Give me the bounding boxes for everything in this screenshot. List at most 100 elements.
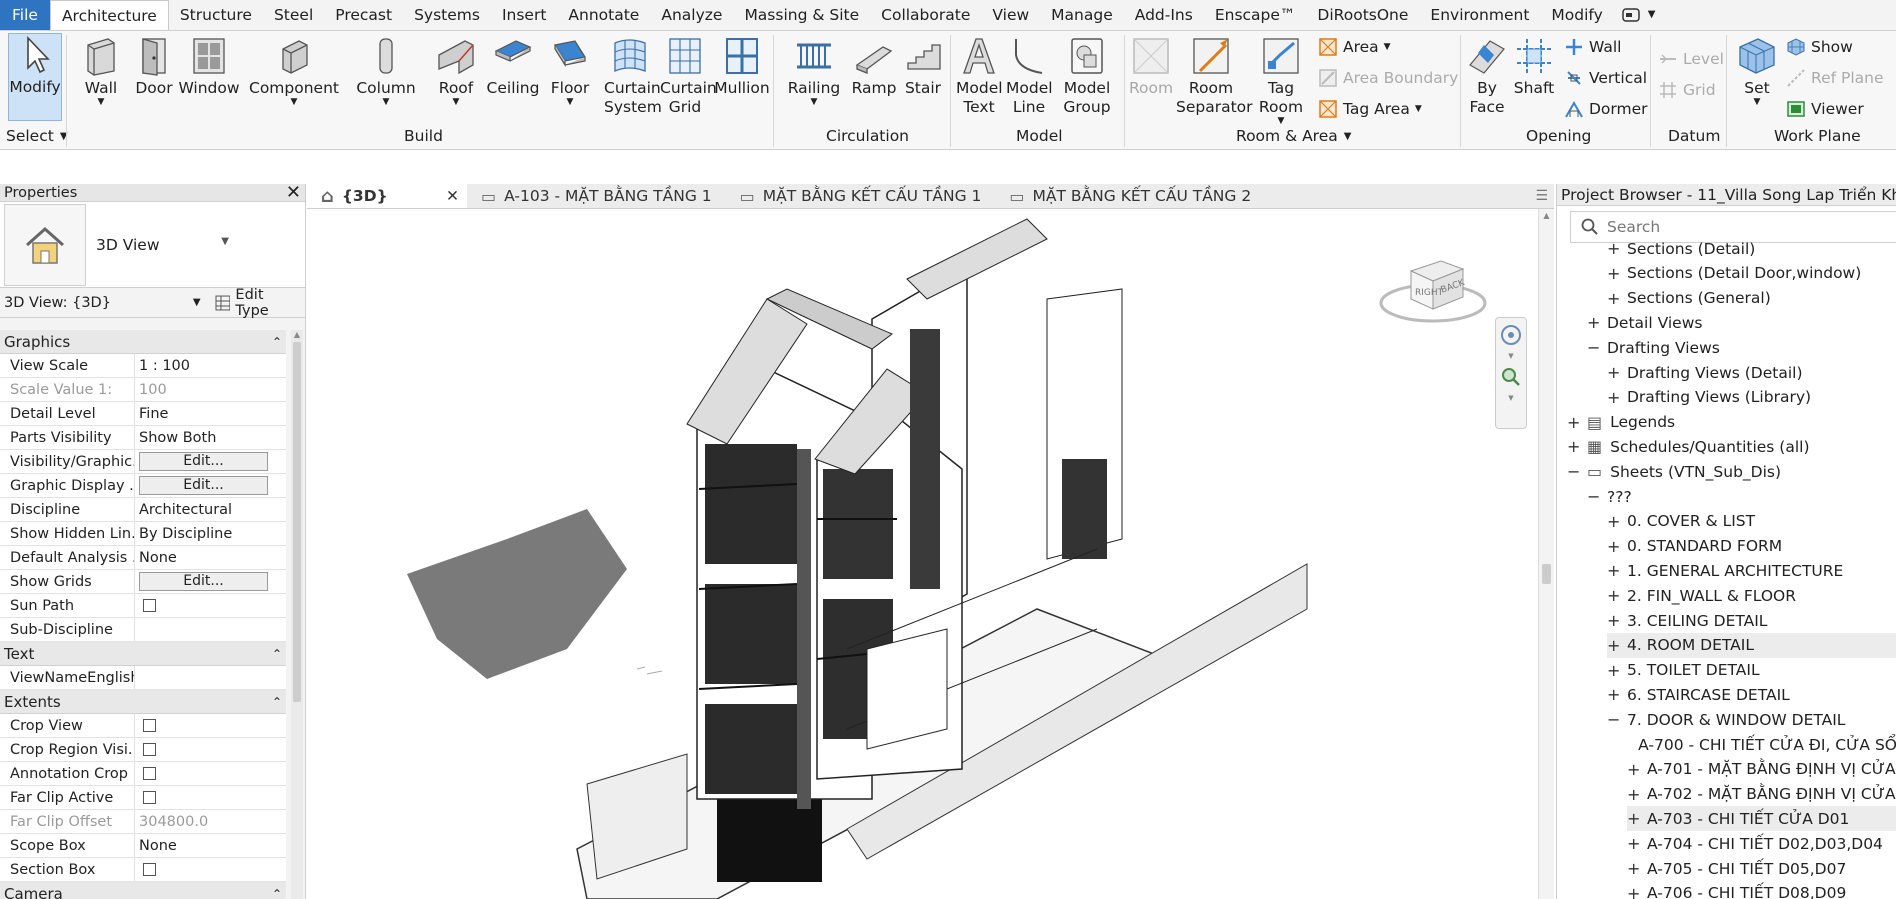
expand-icon[interactable]: + <box>1607 636 1620 655</box>
expand-icon[interactable]: + <box>1607 512 1620 531</box>
property-value[interactable]: Fine <box>135 402 286 426</box>
tree-item[interactable]: + A-701 - MẶT BẰNG ĐỊNH VỊ CỬA TẦN <box>1627 757 1896 782</box>
menu-insert[interactable]: Insert <box>491 0 557 30</box>
tree-item[interactable]: + Sections (General) <box>1607 286 1896 311</box>
tree-item[interactable]: +1. GENERAL ARCHITECTURE <box>1607 558 1896 583</box>
tree-item[interactable]: +5. TOILET DETAIL <box>1607 658 1896 683</box>
tree-item[interactable]: − ▭ Sheets (VTN_Sub_Dis) <box>1567 459 1896 484</box>
property-value[interactable] <box>135 719 286 732</box>
tree-item[interactable]: +6. STAIRCASE DETAIL <box>1607 682 1896 707</box>
collapse-icon[interactable]: − <box>1587 338 1600 357</box>
menu-massing-site[interactable]: Massing & Site <box>733 0 870 30</box>
property-checkbox[interactable] <box>143 743 156 756</box>
property-checkbox[interactable] <box>143 791 156 804</box>
expand-icon[interactable]: + <box>1627 760 1640 779</box>
expand-icon[interactable]: + <box>1627 809 1640 828</box>
model-line-button[interactable]: Model Line <box>1006 35 1053 117</box>
set-work-plane-button[interactable]: Set ▼ <box>1734 35 1780 107</box>
menu-add-ins[interactable]: Add-Ins <box>1124 0 1204 30</box>
floor-button[interactable]: Floor ▼ <box>548 35 592 107</box>
expand-icon[interactable]: + <box>1607 239 1620 258</box>
viewport-scrollbar[interactable]: ▲ <box>1538 209 1554 899</box>
tree-item[interactable]: + A-703 - CHI TIẾT CỬA D01 <box>1627 806 1896 832</box>
property-value[interactable]: Architectural <box>135 498 286 522</box>
expand-icon[interactable]: + <box>1567 437 1580 456</box>
tag-room-button[interactable]: Tag Room ▼ <box>1254 35 1308 126</box>
tab-view[interactable]: ▭ MẶT BẰNG KẾT CẤU TẦNG 1 <box>726 184 996 208</box>
property-value[interactable]: None <box>135 546 286 570</box>
dormer-button[interactable]: Dormer <box>1564 99 1648 119</box>
property-value[interactable]: Show Both <box>135 426 286 450</box>
tree-item[interactable]: −7. DOOR & WINDOW DETAIL <box>1607 707 1896 732</box>
property-checkbox[interactable] <box>143 599 156 612</box>
area-button[interactable]: Area ▼ <box>1318 37 1391 57</box>
stair-button[interactable]: Stair <box>902 35 944 98</box>
menu-manage[interactable]: Manage <box>1040 0 1124 30</box>
expand-icon[interactable]: + <box>1607 685 1620 704</box>
ramp-button[interactable]: Ramp <box>852 35 896 98</box>
menu-view[interactable]: View <box>981 0 1040 30</box>
grid-button[interactable]: Grid <box>1658 80 1716 100</box>
area-boundary-button[interactable]: Area Boundary <box>1318 68 1458 88</box>
tab-list-icon[interactable]: ☰ <box>1529 184 1554 208</box>
tree-item[interactable]: + Sections (Detail Door,window) <box>1607 261 1896 286</box>
shaft-button[interactable]: Shaft <box>1514 35 1554 98</box>
expand-icon[interactable]: + <box>1607 388 1620 407</box>
instance-selector[interactable]: 3D View: {3D} <box>4 295 193 311</box>
expand-icon[interactable]: + <box>1607 561 1620 580</box>
expand-icon[interactable]: + <box>1627 859 1640 878</box>
ribbon-display-toggle[interactable]: ▼ <box>1614 0 1664 30</box>
opening-vertical-button[interactable]: Vertical <box>1564 68 1647 88</box>
close-icon[interactable]: ✕ <box>446 187 459 205</box>
property-value[interactable]: Edit... <box>135 476 286 495</box>
tree-item[interactable]: − Drafting Views <box>1587 335 1896 360</box>
property-value[interactable]: 1 : 100 <box>135 354 286 378</box>
tree-item[interactable]: A-700 - CHI TIẾT CỬA ĐI, CỬA SỔ <box>1627 732 1896 757</box>
property-value[interactable] <box>135 767 286 780</box>
mullion-button[interactable]: Mullion <box>714 35 770 98</box>
collapse-icon[interactable]: − <box>1607 710 1620 729</box>
room-area-panel-label[interactable]: Room & Area ▼ <box>1236 127 1351 147</box>
tab-view[interactable]: ▭ A-103 - MẶT BẰNG TẦNG 1 <box>467 184 726 208</box>
expand-icon[interactable]: + <box>1607 611 1620 630</box>
type-selector[interactable]: 3D View ▼ <box>0 202 305 288</box>
property-group-header[interactable]: Graphics ⌃ <box>0 330 286 354</box>
property-value[interactable] <box>135 599 286 612</box>
zoom-icon[interactable] <box>1500 366 1522 388</box>
menu-systems[interactable]: Systems <box>403 0 491 30</box>
property-checkbox[interactable] <box>143 767 156 780</box>
level-button[interactable]: Level <box>1658 49 1724 69</box>
viewcube[interactable]: RIGHT BACK <box>1371 243 1495 329</box>
railing-button[interactable]: Railing ▼ <box>786 35 842 107</box>
edit-button[interactable]: Edit... <box>139 572 268 591</box>
chevron-down-icon[interactable]: ▼ <box>1508 394 1513 402</box>
expand-icon[interactable]: + <box>1607 537 1620 556</box>
tree-item[interactable]: + Drafting Views (Library) <box>1607 385 1896 410</box>
menu-architecture[interactable]: Architecture <box>49 0 169 30</box>
ceiling-button[interactable]: Ceiling <box>487 35 539 98</box>
property-group-header[interactable]: Camera ⌃ <box>0 882 286 899</box>
model-group-button[interactable]: Model Group <box>1062 35 1112 117</box>
menu-steel[interactable]: Steel <box>263 0 324 30</box>
collapse-icon[interactable]: − <box>1567 462 1580 481</box>
properties-scrollbar[interactable]: ▲ <box>291 330 303 899</box>
tag-area-button[interactable]: Tag Area ▼ <box>1318 99 1422 119</box>
model-text-button[interactable]: Model Text <box>956 35 1003 117</box>
property-checkbox[interactable] <box>143 863 156 876</box>
show-work-plane-button[interactable]: Show <box>1786 37 1853 57</box>
edit-type-button[interactable]: Edit Type <box>215 287 301 319</box>
viewer-button[interactable]: Viewer <box>1786 99 1864 119</box>
curtain-grid-button[interactable]: Curtain Grid <box>660 35 717 117</box>
tree-item[interactable]: + A-704 - CHI TIẾT D02,D03,D04 <box>1627 831 1896 856</box>
tree-item[interactable]: +3. CEILING DETAIL <box>1607 608 1896 633</box>
steering-wheel-icon[interactable] <box>1500 324 1522 346</box>
edit-button[interactable]: Edit... <box>139 476 268 495</box>
expand-icon[interactable]: + <box>1627 785 1640 804</box>
curtain-system-button[interactable]: Curtain System <box>604 35 662 117</box>
window-button[interactable]: Window <box>178 35 240 98</box>
roof-button[interactable]: Roof ▼ <box>434 35 478 107</box>
room-button[interactable]: Room <box>1129 35 1173 98</box>
expand-icon[interactable]: + <box>1607 289 1620 308</box>
menu-dirootsone[interactable]: DiRootsOne <box>1306 0 1419 30</box>
property-value[interactable] <box>135 743 286 756</box>
